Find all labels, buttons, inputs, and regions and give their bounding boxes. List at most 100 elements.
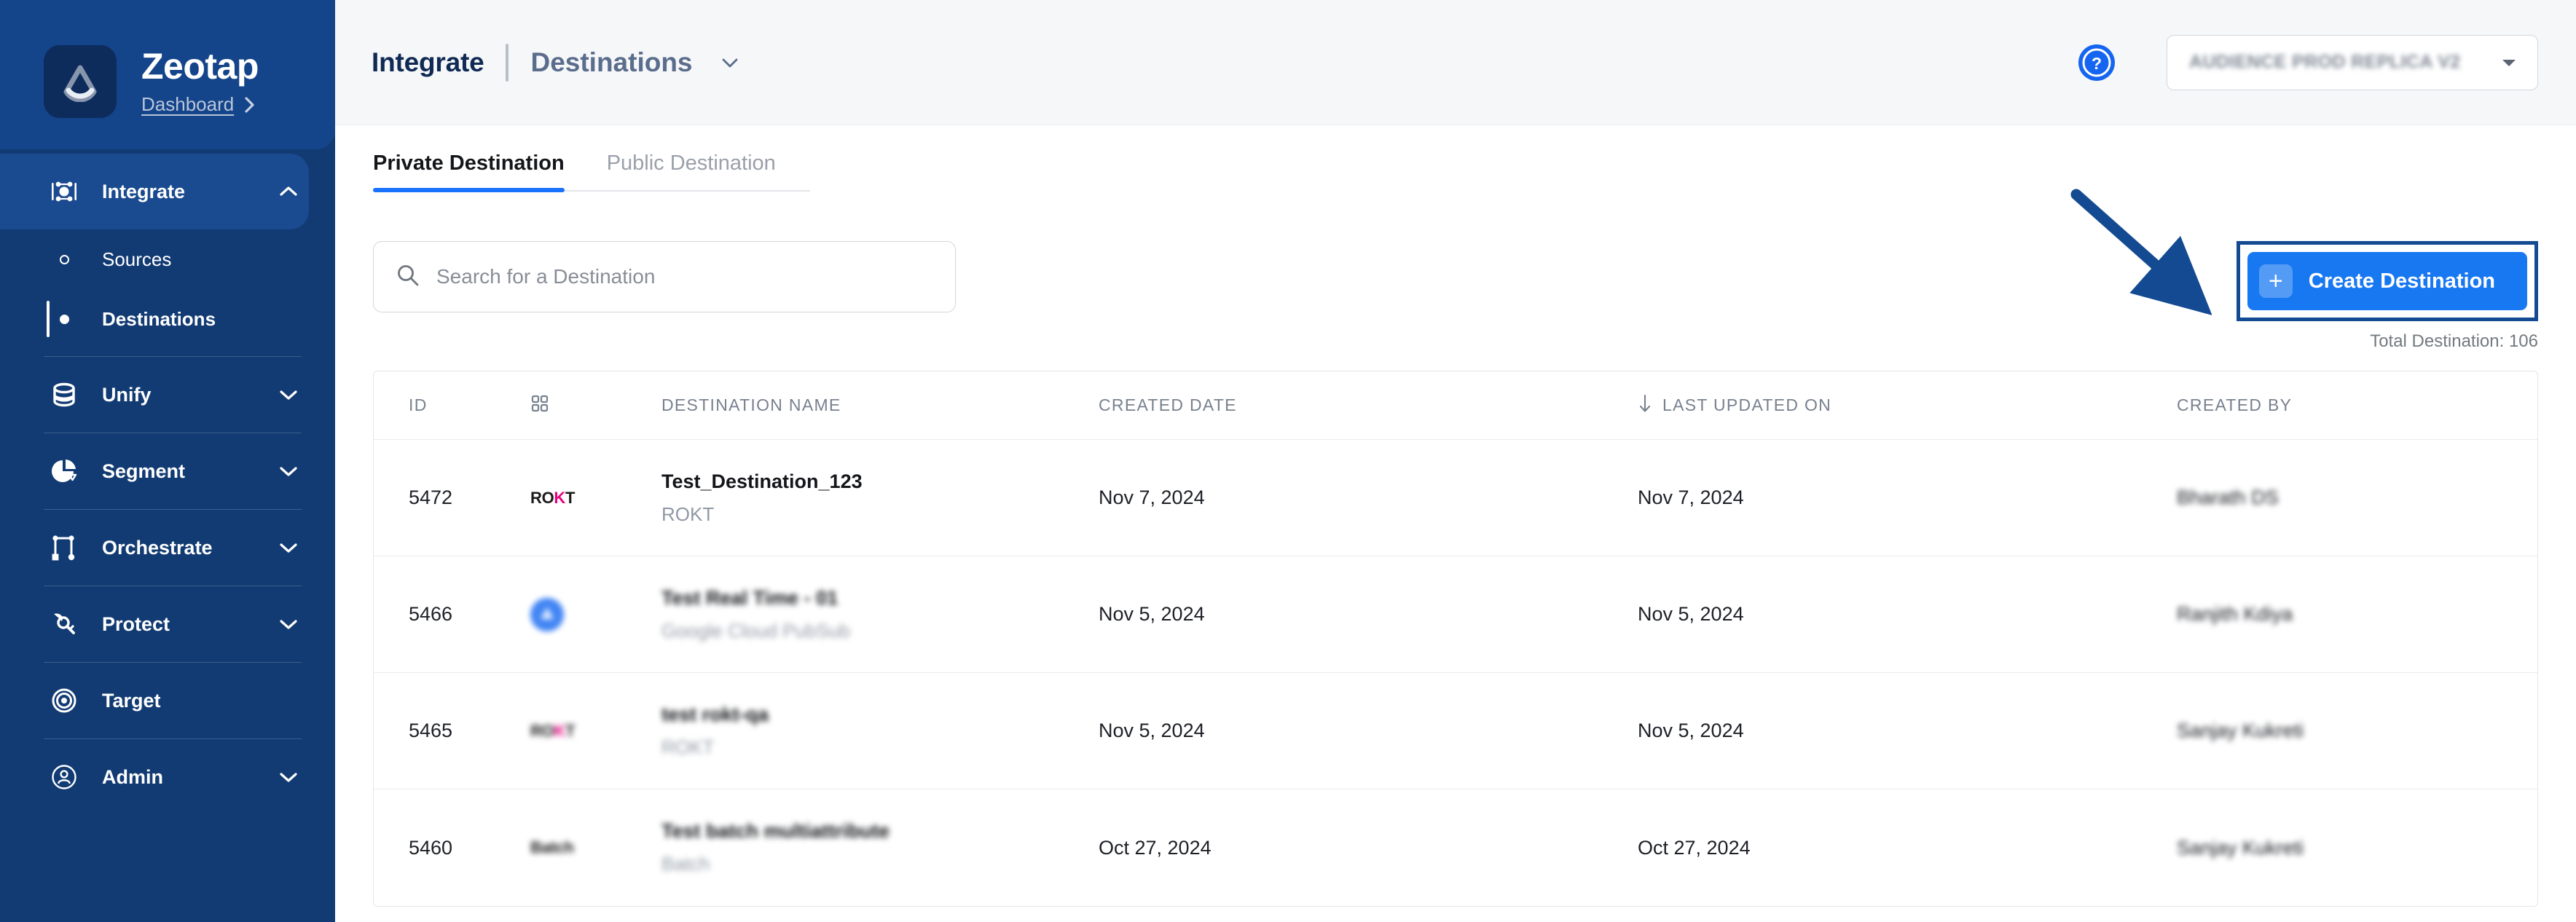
flow-nodes-icon [44,533,85,562]
cell-logo [530,598,661,631]
sidebar: Zeotap Dashboard [0,0,335,922]
highlight-box: + Create Destination [2237,241,2538,321]
sidebar-item-orchestrate[interactable]: Orchestrate [0,510,335,586]
create-destination-area: + Create Destination Total Destination: … [2237,241,2538,352]
breadcrumb: Integrate Destinations [372,44,741,82]
create-destination-button[interactable]: + Create Destination [2247,252,2527,310]
column-header-created-date[interactable]: CREATED DATE [1099,395,1638,415]
brand-name: Zeotap [141,48,259,84]
annotation-arrow-icon [2066,184,2212,319]
sidebar-item-destinations[interactable]: Destinations [0,289,335,349]
cell-name: test rokt-qa ROKT [661,704,1099,759]
content-area: Private Destination Public Destination [335,125,2576,922]
tab-private-destination[interactable]: Private Destination [373,151,565,190]
sidebar-item-segment[interactable]: Segment [0,433,335,509]
column-header-id[interactable]: ID [374,395,530,415]
cell-created-date: Oct 27, 2024 [1099,837,1638,859]
table-row[interactable]: 5460 Batch Test batch multiattribute Bat… [374,789,2537,906]
chevron-down-icon[interactable] [278,388,302,401]
breadcrumb-divider [506,44,508,82]
plus-icon: + [2259,264,2293,298]
app-root: Zeotap Dashboard [0,0,2576,922]
table-row[interactable]: 5472 ROKT Test_Destination_123 ROKT Nov … [374,440,2537,556]
environment-selector-value: AUDIENCE PROD REPLICA V2 [2189,52,2500,73]
dashboard-link-label: Dashboard [141,93,234,116]
chevron-up-icon[interactable] [278,185,302,198]
sidebar-subitem-label: Destinations [102,308,216,331]
rokt-logo-icon: ROKT [530,722,575,741]
table-header-row: ID DESTINATION NAME CREATED DATE [374,371,2537,440]
table-row[interactable]: 5465 ROKT test rokt-qa ROKT Nov 5, 2024 … [374,673,2537,789]
search-icon [396,263,420,291]
key-shield-icon [44,610,85,639]
column-header-last-updated-on[interactable]: LAST UPDATED ON [1638,393,2177,418]
column-header-logo [530,394,661,417]
sidebar-nav: Integrate Sources Destinations [0,149,335,922]
destination-name: Test batch multiattribute [661,820,1099,843]
chevron-down-icon[interactable] [278,541,302,554]
cell-logo: ROKT [530,722,661,741]
search-input[interactable] [436,265,936,288]
sidebar-item-target[interactable]: Target [0,663,335,738]
caret-down-icon [2500,57,2518,68]
chevron-right-icon [243,95,257,114]
breadcrumb-main[interactable]: Integrate [372,47,484,78]
cell-name: Test Real Time - 01 Google Cloud PubSub [661,587,1099,642]
dashboard-link[interactable]: Dashboard [141,93,259,116]
destination-tabs: Private Destination Public Destination [373,151,810,192]
nav-group-unify: Unify [0,357,335,433]
sidebar-item-admin[interactable]: Admin [0,739,335,815]
bullet-hollow-icon [44,255,85,264]
cell-created-by: Sanjay Kukreti [2177,837,2537,859]
cell-last-updated-on: Oct 27, 2024 [1638,837,2177,859]
cell-last-updated-on: Nov 5, 2024 [1638,720,2177,742]
nav-group-protect: Protect [0,586,335,663]
cell-created-date: Nov 5, 2024 [1099,603,1638,626]
google-cloud-pubsub-logo-icon [530,598,564,631]
cell-logo: ROKT [530,489,661,508]
sidebar-item-integrate[interactable]: Integrate [0,154,309,229]
sidebar-item-label: Admin [102,766,278,789]
nav-group-segment: Segment [0,433,335,510]
sidebar-item-label: Segment [102,460,278,483]
nav-group-target: Target [0,663,335,739]
sidebar-item-protect[interactable]: Protect [0,586,335,662]
bullet-solid-icon [44,315,85,324]
table-row[interactable]: 5466 Test Real Time - 01 Google Cloud Pu… [374,556,2537,673]
destination-type: Google Cloud PubSub [661,620,1099,642]
cell-id: 5472 [374,486,530,509]
svg-text:?: ? [2092,54,2102,73]
nav-group-integrate: Integrate Sources Destinations [0,154,335,357]
chevron-down-icon[interactable] [719,55,741,70]
rokt-logo-icon: ROKT [530,489,575,508]
help-question-circle-icon[interactable]: ? [2076,42,2117,83]
cell-name: Test batch multiattribute Batch [661,820,1099,875]
breadcrumb-sub[interactable]: Destinations [530,47,692,78]
sort-arrow-down-icon [1638,393,1652,418]
destinations-table: ID DESTINATION NAME CREATED DATE [373,371,2538,907]
chevron-down-icon[interactable] [278,618,302,631]
search-box[interactable] [373,241,956,312]
environment-selector[interactable]: AUDIENCE PROD REPLICA V2 [2167,35,2538,90]
cell-created-by: Sanjay Kukreti [2177,720,2537,742]
cell-created-date: Nov 5, 2024 [1099,720,1638,742]
destination-name: Test_Destination_123 [661,470,1099,493]
destination-name: test rokt-qa [661,704,1099,726]
column-header-created-by[interactable]: CREATED BY [2177,395,2537,415]
toolbar: + Create Destination Total Destination: … [373,241,2538,352]
chevron-down-icon[interactable] [278,465,302,478]
sidebar-item-unify[interactable]: Unify [0,357,335,433]
cell-logo: Batch [530,838,661,857]
brand-header: Zeotap Dashboard [0,0,335,149]
sidebar-item-sources[interactable]: Sources [0,229,335,289]
active-indicator-bar [47,301,50,337]
tab-public-destination[interactable]: Public Destination [607,151,776,190]
target-rings-icon [44,686,85,715]
chevron-down-icon[interactable] [278,771,302,784]
integrate-nodes-icon [44,176,85,207]
pie-chart-icon [44,457,85,486]
apps-grid-icon [530,394,549,417]
column-header-destination-name[interactable]: DESTINATION NAME [661,395,1099,415]
cell-created-date: Nov 7, 2024 [1099,486,1638,509]
sidebar-item-label: Integrate [102,181,278,203]
